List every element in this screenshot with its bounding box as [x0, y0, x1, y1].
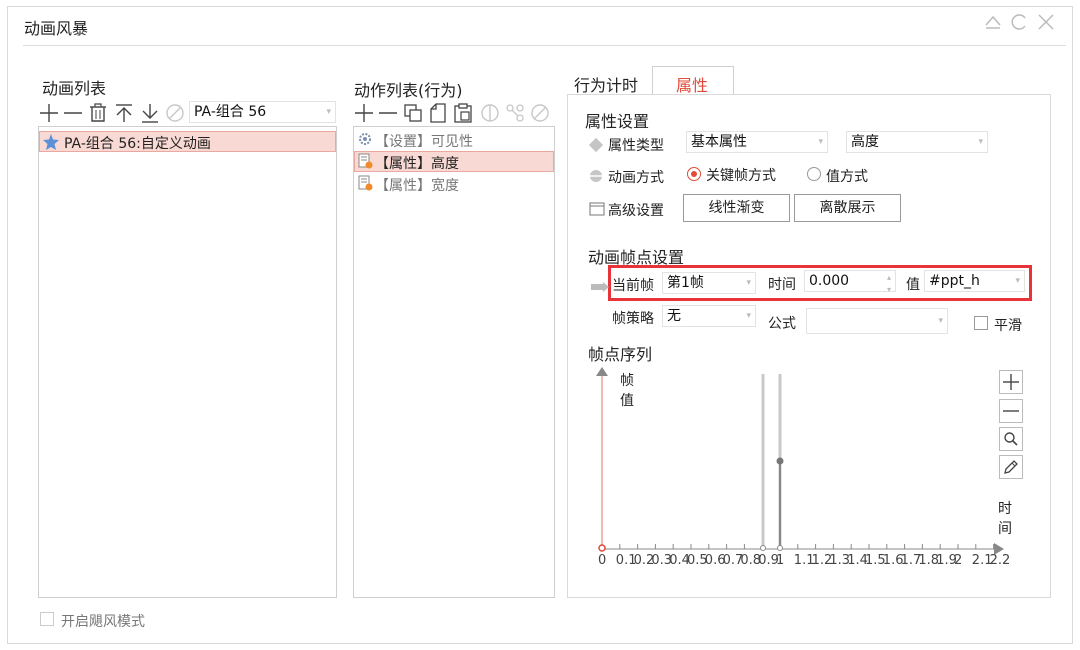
trash-icon[interactable] [87, 102, 109, 124]
spin-down-icon[interactable]: ▾ [887, 280, 891, 300]
frame-sequence-title: 帧点序列 [588, 345, 653, 364]
radio-value[interactable] [807, 167, 821, 181]
current-frame-value: 第1帧 [667, 275, 704, 291]
chevron-down-icon: ▾ [978, 137, 983, 147]
current-frame-label: 当前帧 [612, 278, 654, 294]
close-icon[interactable] [1036, 12, 1056, 35]
property-name-combo[interactable]: 高度 ▾ [846, 131, 988, 153]
animation-mode-label: 动画方式 [608, 170, 664, 186]
value-value: #ppt_h [929, 273, 980, 289]
link-icon[interactable] [504, 102, 526, 124]
linear-gradient-button[interactable]: 线性渐变 [683, 194, 790, 222]
chevron-down-icon: ▾ [818, 137, 823, 147]
smooth-label[interactable]: 平滑 [994, 315, 1022, 335]
split-icon[interactable] [479, 102, 501, 124]
zoom-out-button[interactable] [999, 399, 1023, 423]
anim-select-combo[interactable]: PA-组合 56 ▾ [189, 101, 336, 123]
anim-list-label: 动画列表 [42, 79, 107, 98]
frame-strategy-combo[interactable]: 无 ▾ [662, 305, 756, 327]
property-icon [357, 153, 373, 173]
tab-timing[interactable]: 行为计时 [574, 72, 638, 96]
y-axis-label-2: 值 [620, 393, 634, 409]
restore-icon[interactable] [983, 12, 1003, 35]
property-type-combo[interactable]: 基本属性 ▾ [686, 131, 828, 153]
remove-icon[interactable] [62, 102, 84, 124]
radio-keyframe[interactable] [687, 167, 701, 181]
tab-properties[interactable]: 属性 [676, 72, 708, 96]
formula-label: 公式 [768, 316, 796, 332]
properties-section-title: 属性设置 [585, 112, 650, 131]
search-icon[interactable] [999, 427, 1023, 451]
keyframe-point[interactable] [777, 545, 783, 551]
keyframe-point[interactable] [760, 545, 766, 551]
gear-icon [357, 131, 373, 151]
radio-keyframe-label[interactable]: 关键帧方式 [706, 165, 776, 185]
frame-sequence-graph[interactable] [590, 364, 1020, 564]
property-icon [357, 175, 373, 195]
pencil-icon[interactable] [999, 455, 1023, 479]
action-item-label[interactable]: 【设置】可见性 [375, 131, 473, 151]
anim-list-panel [38, 126, 337, 598]
x-axis-label-1: 时 [998, 501, 1012, 517]
chevron-down-icon: ▾ [938, 316, 943, 326]
value-label: 值 [906, 277, 920, 293]
zoom-in-button[interactable] [999, 370, 1023, 394]
x-axis-label-2: 间 [998, 521, 1012, 537]
document-icon[interactable] [427, 102, 449, 124]
animation-mode-icon [588, 168, 604, 188]
diamond-icon [588, 137, 604, 157]
action-list-panel [353, 126, 555, 598]
smooth-checkbox[interactable] [974, 316, 988, 330]
formula-combo[interactable]: ▾ [806, 308, 948, 334]
add-icon[interactable] [38, 102, 60, 124]
refresh-icon[interactable] [1009, 12, 1029, 35]
chevron-down-icon: ▾ [326, 107, 331, 117]
add-action-icon[interactable] [353, 102, 375, 124]
property-type-label: 属性类型 [608, 138, 664, 154]
action-item-label[interactable]: 【属性】宽度 [375, 175, 459, 195]
y-axis-arrow-icon [596, 367, 608, 376]
keyframe-point[interactable] [776, 457, 784, 465]
frame-strategy-label: 帧策略 [612, 311, 654, 327]
window-icon [589, 201, 605, 221]
anim-item-label: PA-组合 56:自定义动画 [64, 136, 211, 152]
chevron-down-icon: ▾ [1015, 276, 1020, 286]
discrete-display-button[interactable]: 离散展示 [794, 194, 901, 222]
y-axis-label-1: 帧 [620, 373, 634, 389]
x-axis-tick-label: 1 [776, 553, 785, 568]
keyframe-point[interactable] [598, 544, 606, 552]
radio-value-label[interactable]: 值方式 [826, 166, 868, 186]
chevron-down-icon: ▾ [746, 311, 751, 321]
time-label: 时间 [768, 277, 796, 293]
action-item-label: 【属性】高度 [375, 156, 459, 172]
star-icon [42, 133, 60, 155]
storm-mode-checkbox[interactable] [40, 612, 54, 626]
advanced-settings-label: 高级设置 [608, 203, 664, 219]
action-list-label: 动作列表(行为) [354, 81, 463, 100]
chevron-down-icon: ▾ [746, 278, 751, 288]
value-combo[interactable]: #ppt_h ▾ [924, 270, 1025, 292]
x-axis-tick-label: 0 [598, 553, 607, 568]
property-name-value: 高度 [851, 134, 879, 150]
x-axis-tick-label: 2.2 [989, 553, 1011, 568]
arrow-right-icon [591, 280, 609, 296]
disable-action-icon[interactable] [529, 102, 551, 124]
remove-action-icon[interactable] [377, 102, 399, 124]
current-frame-combo[interactable]: 第1帧 ▾ [662, 272, 756, 294]
x-axis-tick-label: 2 [954, 553, 963, 568]
copy-icon[interactable] [402, 102, 424, 124]
paste-icon[interactable] [452, 102, 474, 124]
disable-icon[interactable] [164, 102, 186, 124]
time-input[interactable]: 0.000 ▴ ▾ [804, 270, 896, 294]
property-type-value: 基本属性 [691, 134, 747, 150]
title-separator [23, 45, 1066, 46]
frame-strategy-value: 无 [667, 308, 681, 324]
storm-mode-label[interactable]: 开启飓风模式 [61, 611, 145, 631]
move-top-icon[interactable] [113, 102, 135, 124]
x-axis-ticks [601, 544, 995, 549]
move-down-icon[interactable] [139, 102, 161, 124]
time-value: 0.000 [809, 273, 850, 289]
anim-select-value: PA-组合 56 [194, 104, 267, 120]
dialog-title: 动画风暴 [24, 19, 89, 38]
